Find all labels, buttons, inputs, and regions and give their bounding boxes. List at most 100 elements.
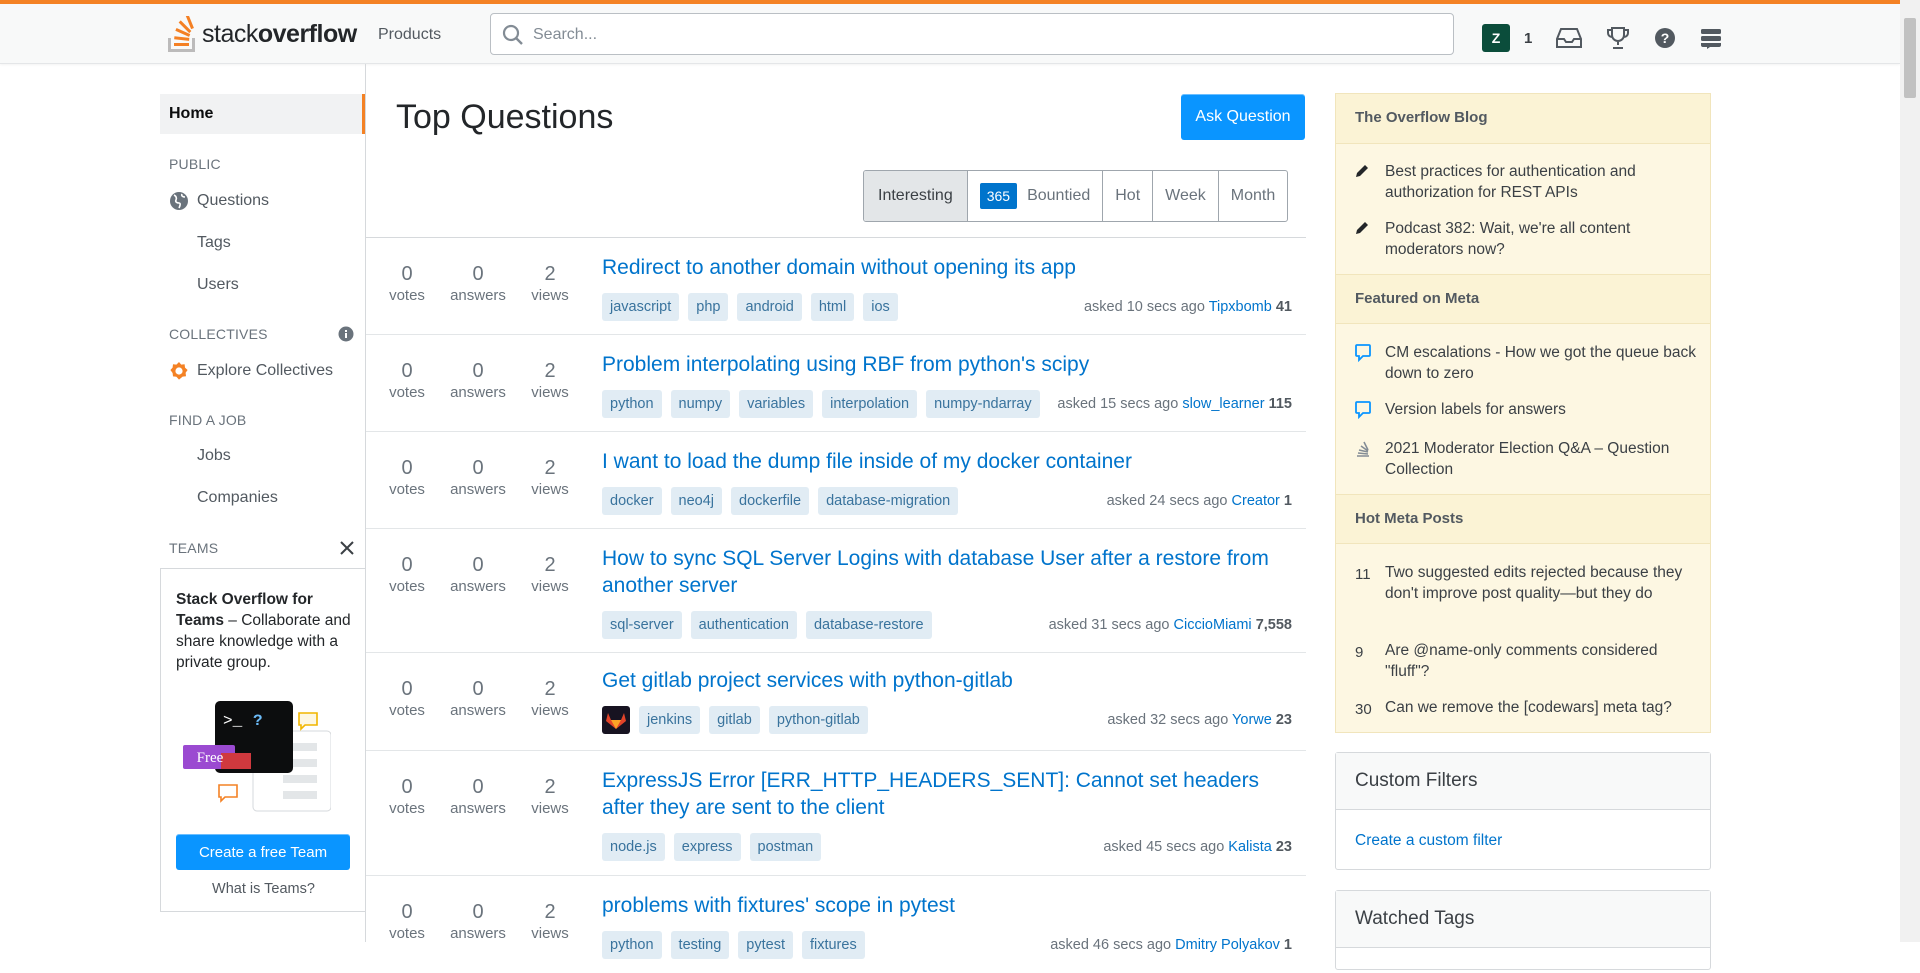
question-title[interactable]: Get gitlab project services with python-… [602,667,1292,694]
question-meta: asked 31 secs ago CiccioMiami 7,558 [1049,617,1292,633]
blog-item[interactable]: Best practices for authentication and au… [1355,161,1700,203]
question-title[interactable]: problems with fixtures' scope in pytest [602,892,1292,919]
answers-label: answers [450,578,506,595]
hot-meta-item[interactable]: 30 Can we remove the [codewars] meta tag… [1355,697,1700,720]
answers-stat: 0 answers [448,262,508,306]
user-reputation: 7,558 [1255,617,1292,633]
tag[interactable]: variables [739,390,814,418]
user-link[interactable]: Kalista [1228,839,1272,855]
gitlab-collective-icon[interactable] [602,706,630,734]
views-label: views [531,702,569,719]
tag[interactable]: fixtures [801,931,865,959]
meta-item[interactable]: CM escalations - How we got the queue ba… [1355,342,1700,384]
tag[interactable]: php [688,293,729,321]
tag[interactable]: python [602,931,662,959]
tag[interactable]: numpy-ndarray [926,390,1040,418]
filter-hot[interactable]: Hot [1103,171,1154,221]
tag[interactable]: authentication [690,611,797,639]
hot-meta-item[interactable]: 11 Two suggested edits rejected because … [1355,562,1700,604]
tag[interactable]: python [602,390,662,418]
nav-home[interactable]: Home [160,94,365,134]
user-link[interactable]: CiccioMiami [1174,617,1252,633]
site-switcher-icon[interactable] [1700,27,1722,49]
user-link[interactable]: Creator [1232,493,1280,509]
products-menu[interactable]: Products [378,26,441,44]
avatar[interactable]: Z [1482,24,1510,52]
question-row: 0 votes 0 answers 2 views Redirect to anoth… [366,238,1306,335]
question-title[interactable]: How to sync SQL Server Logins with datab… [602,545,1292,599]
nav-tags[interactable]: Tags [197,234,231,252]
hot-meta-item[interactable]: 9 Are @name-only comments considered "fl… [1355,640,1700,682]
inbox-icon[interactable] [1556,27,1583,49]
tag[interactable]: sql-server [602,611,682,639]
meta-item[interactable]: 2021 Moderator Election Q&A – Question C… [1355,438,1700,480]
tag[interactable]: ios [863,293,898,321]
tag[interactable]: python-gitlab [768,706,868,734]
page-title: Top Questions [396,98,614,136]
scrollbar-thumb[interactable] [1904,18,1916,98]
tag[interactable]: jenkins [639,706,701,734]
tag[interactable]: docker [602,487,662,515]
question-title[interactable]: Problem interpolating using RBF from pyt… [602,351,1292,378]
votes-stat: 0 votes [377,553,437,597]
nav-heading-find-job: FIND A JOB [169,412,247,428]
filter-month[interactable]: Month [1219,171,1287,221]
meta-item[interactable]: Version labels for answers [1355,399,1700,425]
tag[interactable]: database-migration [818,487,959,515]
question-title[interactable]: ExpressJS Error [ERR_HTTP_HEADERS_SENT]:… [602,767,1292,821]
nav-explore-collectives[interactable]: Explore Collectives [169,361,333,381]
what-is-teams-link[interactable]: What is Teams? [161,881,366,897]
views-label: views [531,578,569,595]
filter-week[interactable]: Week [1153,171,1219,221]
tag[interactable]: html [810,293,855,321]
reputation-count: 1 [1524,29,1533,47]
question-title[interactable]: Redirect to another domain without openi… [602,254,1292,281]
create-custom-filter-link[interactable]: Create a custom filter [1355,832,1502,849]
hot-meta-heading: Hot Meta Posts [1336,494,1710,544]
help-icon[interactable]: ? [1654,27,1676,49]
achievements-icon[interactable] [1606,27,1630,49]
blog-item[interactable]: Podcast 382: Wait, we're all content mod… [1355,218,1700,260]
stackoverflow-logo[interactable]: stackoverflow [168,14,357,54]
tag[interactable]: database-restore [805,611,932,639]
tag[interactable]: pytest [738,931,793,959]
votes-count: 0 [401,554,413,576]
tag[interactable]: node.js [602,833,665,861]
info-icon[interactable] [338,326,354,342]
close-icon[interactable] [340,541,354,555]
user-link[interactable]: Dmitry Polyakov [1175,937,1280,953]
page-scrollbar[interactable] [1900,0,1920,942]
tag[interactable]: testing [670,931,730,959]
tag[interactable]: gitlab [709,706,760,734]
user-link[interactable]: Yorwe [1232,712,1272,728]
create-team-button[interactable]: Create a free Team [176,834,350,870]
bountied-count-badge: 365 [979,183,1018,209]
views-stat: 2 views [520,553,580,597]
teams-illustration: >_ ? Free [183,701,331,812]
user-reputation: 41 [1275,299,1292,315]
nav-companies[interactable]: Companies [197,489,278,507]
tag[interactable]: dockerfile [731,487,810,515]
tag[interactable]: neo4j [670,487,723,515]
user-link[interactable]: slow_learner [1182,396,1264,412]
tag[interactable]: postman [749,833,822,861]
user-link[interactable]: Tipxbomb [1209,299,1272,315]
tag[interactable]: express [673,833,741,861]
hot-meta-count: 9 [1355,644,1364,661]
nav-questions[interactable]: Questions [169,191,269,211]
tag[interactable]: numpy [670,390,731,418]
ask-question-button[interactable]: Ask Question [1181,94,1305,140]
views-stat: 2 views [520,262,580,306]
nav-users[interactable]: Users [197,276,239,294]
search-box[interactable] [490,13,1454,56]
question-title[interactable]: I want to load the dump file inside of m… [602,448,1292,475]
votes-label: votes [389,384,425,401]
nav-jobs[interactable]: Jobs [197,447,231,465]
tag[interactable]: javascript [602,293,680,321]
search-input[interactable] [531,14,1435,56]
tag[interactable]: android [737,293,802,321]
asked-time: asked 10 secs ago [1083,299,1205,315]
filter-bountied[interactable]: 365 Bountied [968,171,1104,221]
tag[interactable]: interpolation [822,390,918,418]
filter-interesting[interactable]: Interesting [864,171,968,221]
